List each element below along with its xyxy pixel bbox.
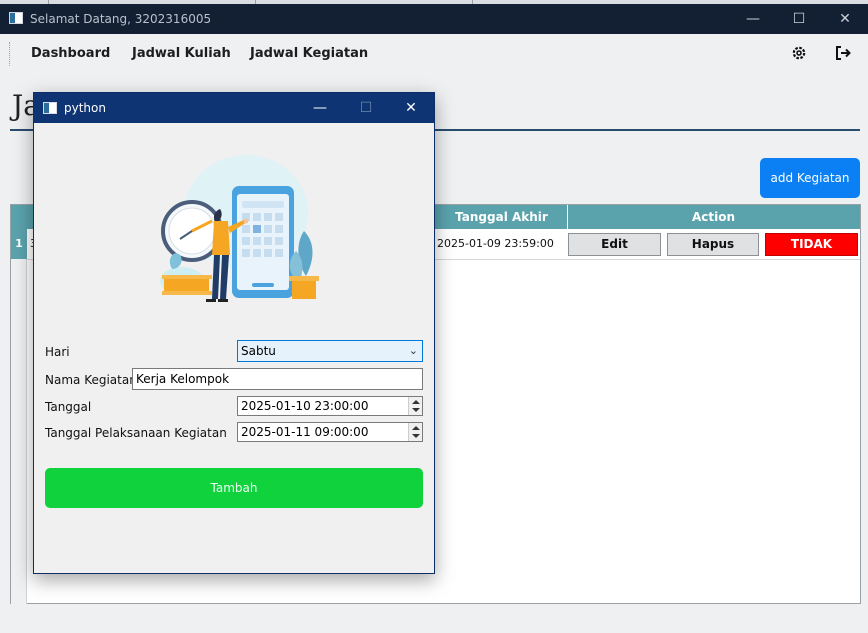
label-hari: Hari [45, 345, 70, 359]
header-action: Action [691, 210, 736, 224]
dialog-titlebar: python — ☐ ✕ [34, 93, 434, 123]
logout-icon[interactable] [833, 43, 853, 63]
gear-icon[interactable] [789, 43, 809, 63]
label-tanggal-pelaksanaan: Tanggal Pelaksanaan Kegiatan [45, 426, 227, 440]
add-kegiatan-button[interactable]: add Kegiatan [760, 158, 860, 198]
dialog-minimize-button[interactable]: — [297, 93, 343, 123]
spin-buttons-icon[interactable] [408, 423, 422, 441]
dialog-app-icon [43, 102, 57, 114]
hari-select[interactable]: Sabtu ⌄ [237, 340, 423, 362]
table-cell-tanggal-akhir[interactable]: 2025-01-09 23:59:00 [437, 229, 554, 259]
hapus-button[interactable]: Hapus [667, 233, 759, 256]
navbar: Dashboard Jadwal Kuliah Jadwal Kegiatan [0, 34, 868, 74]
label-tanggal: Tanggal [45, 400, 92, 414]
main-titlebar: Selamat Datang, 3202316005 — ☐ ✕ [0, 4, 868, 34]
schedule-illustration [160, 155, 319, 302]
label-nama-kegiatan: Nama Kegiatan [45, 373, 137, 387]
pelaksanaan-datetime-edit[interactable]: 2025-01-11 09:00:00 [237, 422, 423, 442]
tanggal-value: 2025-01-10 23:00:00 [241, 399, 369, 413]
toolbar-grip [9, 42, 10, 66]
tambah-button[interactable]: Tambah [45, 468, 423, 508]
python-dialog: python — ☐ ✕ Hari Sabtu ⌄ Nama Kegiatan … [33, 92, 435, 574]
nav-dashboard[interactable]: Dashboard [31, 46, 110, 61]
nav-jadwal-kuliah[interactable]: Jadwal Kuliah [132, 46, 231, 61]
dialog-maximize-button: ☐ [359, 100, 373, 116]
window-title: Selamat Datang, 3202316005 [30, 12, 212, 26]
status-button[interactable]: TIDAK SELESAI [765, 233, 858, 272]
spin-buttons-icon[interactable] [408, 397, 422, 415]
vertical-header [11, 259, 27, 604]
hari-select-value: Sabtu [241, 344, 276, 358]
maximize-button[interactable]: ☐ [776, 4, 822, 34]
header-tanggal-akhir: Tanggal Akhir Kegiatan [436, 205, 568, 248]
edit-button[interactable]: Edit [568, 233, 661, 256]
close-button[interactable]: ✕ [822, 4, 868, 34]
chevron-down-icon: ⌄ [408, 344, 418, 357]
tanggal-datetime-edit[interactable]: 2025-01-10 23:00:00 [237, 396, 423, 416]
dialog-close-button[interactable]: ✕ [388, 93, 434, 123]
pelaksanaan-value: 2025-01-11 09:00:00 [241, 425, 369, 439]
minimize-button[interactable]: — [730, 4, 776, 34]
row-number[interactable]: 1 [11, 229, 27, 259]
app-icon [9, 12, 23, 24]
nav-jadwal-kegiatan[interactable]: Jadwal Kegiatan [250, 46, 368, 61]
nama-kegiatan-input[interactable]: Kerja Kelompok [132, 368, 423, 390]
dialog-title: python [64, 101, 106, 115]
